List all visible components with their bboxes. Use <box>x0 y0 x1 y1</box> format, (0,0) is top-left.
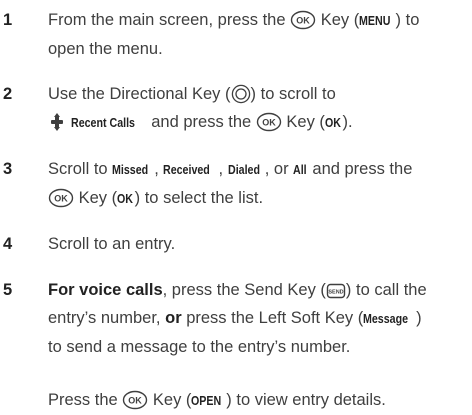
step-number: 1 <box>3 11 13 29</box>
menu-label: MENU <box>359 13 391 28</box>
step-text: Scroll to Missed, Received, Dialed, or A… <box>48 155 472 213</box>
directional-key-icon <box>231 84 250 104</box>
open-label: OPEN <box>191 393 222 408</box>
ok-key-icon: OK <box>256 112 282 132</box>
step-text: Scroll to an entry. <box>48 235 176 253</box>
all-label: All <box>293 162 307 177</box>
svg-text:OK: OK <box>54 194 68 204</box>
missed-label: Missed <box>112 162 149 177</box>
step-number: 2 <box>3 85 13 103</box>
ok-key-icon: OK <box>290 10 316 30</box>
ok-label: OK <box>117 191 134 206</box>
step-text: Use the Directional Key () to scroll to … <box>48 80 472 137</box>
svg-text:SEND: SEND <box>328 290 343 296</box>
step-text: From the main screen, press the OK Key (… <box>48 6 472 63</box>
svg-text:OK: OK <box>262 118 276 128</box>
voice-calls-label: For voice calls <box>48 281 163 299</box>
ok-label: OK <box>324 115 341 130</box>
step-number: 4 <box>3 235 13 253</box>
open-details-note: Press the OK Key (OPEN) to view entry de… <box>48 386 472 415</box>
step-number: 5 <box>3 281 13 299</box>
recent-calls-icon <box>51 113 63 131</box>
svg-text:OK: OK <box>296 16 310 26</box>
step-text: For voice calls, press the Send Key (SEN… <box>48 281 427 356</box>
dialed-label: Dialed <box>227 162 260 177</box>
ok-key-icon: OK <box>48 188 74 208</box>
step-number: 3 <box>3 160 13 178</box>
recent-calls-label: Recent Calls <box>70 115 135 130</box>
ok-key-icon: OK <box>123 390 148 410</box>
message-label: Message <box>363 311 409 326</box>
svg-text:OK: OK <box>129 396 143 406</box>
or-label: or <box>165 309 182 327</box>
received-label: Received <box>163 162 211 177</box>
send-key-icon: SEND <box>326 283 346 299</box>
